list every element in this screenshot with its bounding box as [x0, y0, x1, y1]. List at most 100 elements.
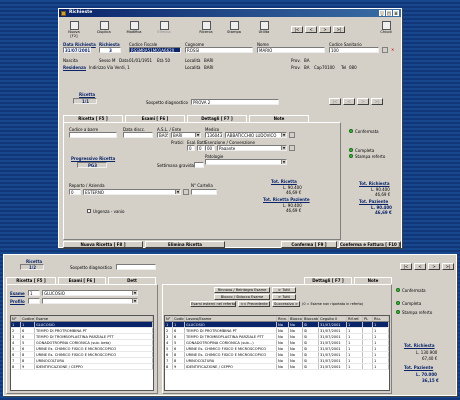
- maximize-button[interactable]: □: [386, 10, 392, 16]
- renew-all-button[interactable]: > Tutti: [272, 287, 296, 293]
- doctor-code-field[interactable]: 136043: [205, 132, 223, 138]
- exemption-code-field[interactable]: 00: [205, 145, 215, 151]
- nav-first-button[interactable]: |<: [291, 26, 303, 33]
- search-button[interactable]: Ricerca: [197, 20, 215, 38]
- renew-exam-button[interactable]: Rinnovo / Reintegro Esame: [214, 287, 270, 293]
- print-report-indicator-2: [396, 310, 400, 314]
- residence-label: Residenza: [63, 65, 86, 70]
- pathology-select[interactable]: ▼: [205, 159, 287, 165]
- clear-x-icon[interactable]: ✕: [391, 47, 394, 52]
- col-pl[interactable]: PL: [363, 316, 373, 321]
- discharge-date-field[interactable]: [123, 132, 153, 138]
- prescription-first-button[interactable]: |<: [329, 98, 341, 105]
- asl-select[interactable]: BARI ▼: [171, 132, 201, 138]
- doctor-search-icon[interactable]: [289, 132, 295, 138]
- nav-prev-button[interactable]: <: [305, 26, 317, 33]
- tab-note[interactable]: Note: [249, 115, 309, 122]
- delete-button[interactable]: Elimina: [155, 20, 173, 38]
- suspected-diagnosis-field[interactable]: PROVA 2: [191, 99, 279, 105]
- col-ref[interactable]: Rif.ref.: [347, 316, 363, 321]
- print-button[interactable]: Stampa: [225, 20, 243, 38]
- patient-total-label-2: Tot. Paziente: [404, 365, 434, 370]
- delete-prescription-button[interactable]: Elimina Ricetta: [145, 241, 225, 248]
- urgency-label: Urgenza - vanio: [93, 209, 125, 214]
- record-number-field[interactable]: [191, 189, 217, 195]
- prescription-last-button[interactable]: >|: [371, 98, 383, 105]
- tab-dettagli[interactable]: Dettagli [ F7 ]: [187, 115, 247, 122]
- bottom-nav-first-button[interactable]: |<: [400, 263, 412, 270]
- details-grid[interactable]: N° Codice Lavoro/Esame Rinn. Blocco Bloccato C…: [164, 315, 390, 391]
- close-button[interactable]: ×: [393, 10, 399, 16]
- table-row[interactable]: 8 9 IDENTIFICAZIONE / CEPPO No No Si 31/07/200…: [165, 364, 389, 370]
- col-blocked[interactable]: Bloccato: [303, 316, 319, 321]
- date-field[interactable]: 31/07/2001: [63, 47, 91, 53]
- suspected-diagnosis-field-2[interactable]: [116, 264, 156, 270]
- previous-button[interactable]: << Precedente: [238, 301, 270, 307]
- pregnancy-week-field[interactable]: [194, 162, 204, 168]
- patient-card-icon[interactable]: [382, 47, 388, 53]
- col-renew[interactable]: Rinn.: [277, 316, 289, 321]
- tab-note-2[interactable]: Note: [354, 277, 392, 284]
- bottom-nav-next-button[interactable]: >: [428, 263, 440, 270]
- tab-ricetta[interactable]: Ricetta [ F5 ]: [63, 115, 123, 122]
- col-riu[interactable]: Riu.: [373, 316, 389, 321]
- block-all-button[interactable]: > Tutti: [272, 294, 296, 300]
- request-number-field[interactable]: 3: [99, 47, 121, 53]
- name-field[interactable]: MARIO: [257, 47, 325, 53]
- batt-field[interactable]: 0: [197, 145, 205, 151]
- bottom-nav-last-button[interactable]: >|: [442, 263, 454, 270]
- exemption-search-icon[interactable]: [289, 145, 295, 151]
- ward-select[interactable]: ESTERNO ▼: [83, 189, 181, 195]
- new-button[interactable]: Nuova [F2]: [65, 20, 83, 38]
- col-date[interactable]: Ceguito il: [319, 316, 347, 321]
- nav-next-button[interactable]: >: [319, 26, 331, 33]
- table-row[interactable]: 8 9 IDENTIFICAZIONE / CEPPO: [11, 364, 153, 370]
- ward-code-field[interactable]: 0: [69, 189, 81, 195]
- tab-esami-2[interactable]: Esami [ F6 ]: [58, 277, 106, 284]
- profile-select[interactable]: ▼: [42, 298, 138, 304]
- col-num[interactable]: N°: [11, 316, 21, 321]
- minimize-button[interactable]: _: [379, 10, 385, 16]
- exams-grid[interactable]: N° Codice Esame 1 1 GLUCOSIO 2 6 TEMPO DI PROT…: [10, 315, 154, 391]
- prescription-prev-button[interactable]: <: [343, 98, 355, 105]
- col-block[interactable]: Blocco: [289, 316, 303, 321]
- prescription-next-button[interactable]: >: [357, 98, 369, 105]
- fiscal-code-field[interactable]: RSSMRA51M01A662X: [129, 47, 181, 53]
- surname-field[interactable]: ROSSI: [185, 47, 253, 53]
- tab-dettagli-2[interactable]: Dettagli [ F7 ]: [304, 277, 352, 284]
- exemption-select[interactable]: Pagante ▼: [217, 145, 287, 151]
- bottom-nav-prev-button[interactable]: <: [414, 263, 426, 270]
- close-window-button[interactable]: Chiudi: [377, 20, 395, 38]
- exam-code-field[interactable]: 1: [28, 290, 40, 296]
- col-exam[interactable]: Lavoro/Esame: [185, 316, 277, 321]
- barcode-field[interactable]: [69, 132, 117, 138]
- exempt-field[interactable]: 0: [187, 145, 195, 151]
- external-exams-button[interactable]: Esami esterni nel referto: [190, 301, 236, 307]
- doctor-select[interactable]: ABBATICCHIO LUDOVICO ▼: [225, 132, 287, 138]
- nav-last-button[interactable]: >|: [333, 26, 345, 33]
- block-exam-button[interactable]: Blocco / Sblocco Esame: [214, 294, 270, 300]
- profile-code-field[interactable]: [28, 298, 40, 304]
- urgency-checkbox[interactable]: [87, 209, 91, 213]
- health-code-field[interactable]: 100: [329, 47, 379, 53]
- ward-search-icon[interactable]: [183, 189, 189, 195]
- exam-select[interactable]: GLUCOSIO ▼: [42, 290, 138, 296]
- search-icon: [201, 21, 211, 30]
- tab-dettagli-partial[interactable]: Dett: [108, 277, 156, 284]
- app-icon: [61, 10, 66, 16]
- tab-esami[interactable]: Esami [ F6 ]: [125, 115, 185, 122]
- col-code[interactable]: Codice: [173, 316, 185, 321]
- progressive-prescription-label: Progressivo Ricetta: [71, 156, 116, 161]
- utility-button[interactable]: Utilita: [255, 20, 273, 38]
- new-prescription-button[interactable]: Nuova Ricetta [ F8 ]: [63, 241, 143, 248]
- col-exam[interactable]: Esame: [35, 316, 153, 321]
- tab-ricetta-2[interactable]: Ricetta [ F5 ]: [6, 277, 56, 284]
- duplicate-button[interactable]: Duplica: [95, 20, 113, 38]
- col-code[interactable]: Codice: [21, 316, 35, 321]
- edit-button[interactable]: Modifica: [125, 20, 143, 38]
- col-num[interactable]: N°: [165, 316, 173, 321]
- confirm-invoice-button[interactable]: Conferma e Fattura [ F10 ]: [339, 241, 401, 248]
- confirm-button[interactable]: Conferma [ F9 ]: [281, 241, 337, 248]
- next-button[interactable]: Successivo >: [272, 301, 300, 307]
- asl-code-field[interactable]: BA05: [157, 132, 169, 138]
